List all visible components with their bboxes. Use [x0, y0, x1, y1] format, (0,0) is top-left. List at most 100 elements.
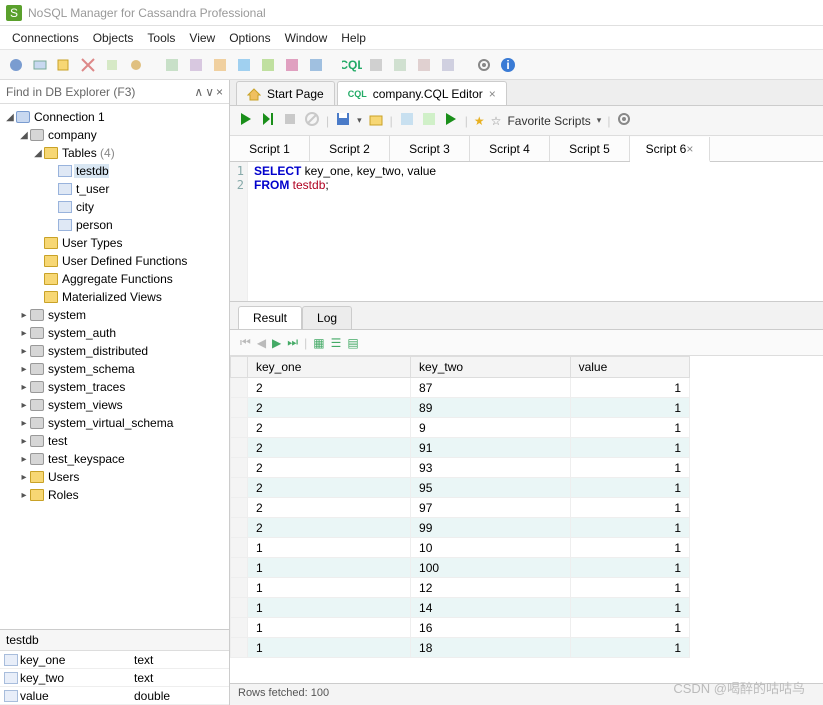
view-form-icon[interactable]: ☰ — [331, 336, 342, 350]
table-row[interactable]: 2971 — [231, 498, 690, 518]
toolbar-btn-8[interactable] — [186, 55, 206, 75]
toolbar-btn-15[interactable] — [390, 55, 410, 75]
first-icon[interactable]: ⏮ — [240, 335, 251, 350]
next-icon[interactable]: ▶ — [272, 336, 281, 350]
find-up-icon[interactable]: ∧ — [194, 85, 203, 99]
toolbar-btn-1[interactable] — [6, 55, 26, 75]
toolbar-btn-3[interactable] — [54, 55, 74, 75]
table-row[interactable]: 11001 — [231, 558, 690, 578]
toolbar-btn-10[interactable] — [234, 55, 254, 75]
script-tab[interactable]: Script 3 — [390, 136, 470, 161]
find-down-icon[interactable]: ∨ — [205, 85, 214, 99]
tab-log[interactable]: Log — [302, 306, 352, 329]
tool-icon-1[interactable] — [399, 111, 415, 130]
prev-icon[interactable]: ◀ — [257, 336, 266, 350]
toolbar-btn-5[interactable] — [102, 55, 122, 75]
toolbar-cql-icon[interactable]: CQL — [342, 55, 362, 75]
last-icon[interactable]: ⏭ — [287, 335, 298, 350]
tree-item[interactable]: Aggregate Functions — [0, 270, 229, 288]
menu-window[interactable]: Window — [285, 31, 328, 45]
stop-icon[interactable] — [282, 111, 298, 130]
tree-item[interactable]: t_user — [0, 180, 229, 198]
script-tab[interactable]: Script 4 — [470, 136, 550, 161]
toolbar-settings-icon[interactable] — [474, 55, 494, 75]
toolbar-btn-13[interactable] — [306, 55, 326, 75]
tree-item[interactable]: ▸system_distributed — [0, 342, 229, 360]
code-editor[interactable]: 12 SELECT key_one, key_two, value FROM t… — [230, 162, 823, 302]
toolbar-btn-4[interactable] — [78, 55, 98, 75]
tree-item[interactable]: ◢Connection 1 — [0, 108, 229, 126]
tree-item[interactable]: city — [0, 198, 229, 216]
tree-item[interactable]: testdb — [0, 162, 229, 180]
menu-options[interactable]: Options — [229, 31, 270, 45]
star-icon[interactable]: ★ — [474, 114, 485, 128]
tree-item[interactable]: ▸system — [0, 306, 229, 324]
run-icon[interactable] — [238, 111, 254, 130]
toolbar-btn-2[interactable] — [30, 55, 50, 75]
menu-objects[interactable]: Objects — [93, 31, 134, 45]
tree-item[interactable]: ▸system_auth — [0, 324, 229, 342]
tree-item[interactable]: ◢Tables (4) — [0, 144, 229, 162]
toolbar-btn-7[interactable] — [162, 55, 182, 75]
table-row[interactable]: 291 — [231, 418, 690, 438]
tab-result[interactable]: Result — [238, 306, 302, 329]
tool-icon-2[interactable] — [421, 111, 437, 130]
save-icon[interactable] — [335, 111, 351, 130]
find-placeholder[interactable]: Find in DB Explorer (F3) — [6, 85, 135, 99]
tree-item[interactable]: ▸test_keyspace — [0, 450, 229, 468]
menu-connections[interactable]: Connections — [12, 31, 79, 45]
gear-icon[interactable] — [616, 111, 632, 130]
tree-item[interactable]: ◢company — [0, 126, 229, 144]
cancel-icon[interactable] — [304, 111, 320, 130]
toolbar-info-icon[interactable]: i — [498, 55, 518, 75]
menu-help[interactable]: Help — [341, 31, 366, 45]
menu-tools[interactable]: Tools — [147, 31, 175, 45]
tree-item[interactable]: ▸test — [0, 432, 229, 450]
table-row[interactable]: 2911 — [231, 438, 690, 458]
column-header[interactable]: key_one — [248, 357, 411, 378]
view-text-icon[interactable]: ▤ — [347, 336, 358, 350]
schema-column-row[interactable]: valuedouble — [0, 687, 229, 705]
tree-item[interactable]: person — [0, 216, 229, 234]
tree-item[interactable]: User Types — [0, 234, 229, 252]
toolbar-btn-6[interactable] — [126, 55, 146, 75]
result-grid[interactable]: key_onekey_twovalue287128912912911293129… — [230, 356, 823, 683]
table-row[interactable]: 1101 — [231, 538, 690, 558]
column-header[interactable]: key_two — [411, 357, 571, 378]
table-row[interactable]: 1181 — [231, 638, 690, 658]
toolbar-btn-17[interactable] — [438, 55, 458, 75]
table-row[interactable]: 1161 — [231, 618, 690, 638]
tree-item[interactable]: ▸Roles — [0, 486, 229, 504]
table-row[interactable]: 2931 — [231, 458, 690, 478]
table-row[interactable]: 2991 — [231, 518, 690, 538]
toolbar-btn-14[interactable] — [366, 55, 386, 75]
tab-cql-editor[interactable]: CQL company.CQL Editor × — [337, 81, 507, 105]
table-row[interactable]: 2951 — [231, 478, 690, 498]
tree-item[interactable]: Materialized Views — [0, 288, 229, 306]
script-tab[interactable]: Script 5 — [550, 136, 630, 161]
tab-start-page[interactable]: Start Page — [236, 81, 335, 105]
run-step-icon[interactable] — [260, 111, 276, 130]
tree-item[interactable]: ▸system_virtual_schema — [0, 414, 229, 432]
tree-item[interactable]: User Defined Functions — [0, 252, 229, 270]
tree-item[interactable]: ▸system_traces — [0, 378, 229, 396]
table-row[interactable]: 2871 — [231, 378, 690, 398]
schema-column-row[interactable]: key_onetext — [0, 651, 229, 669]
table-row[interactable]: 1121 — [231, 578, 690, 598]
close-tab-icon[interactable]: × — [489, 87, 496, 101]
run-flag-icon[interactable] — [443, 111, 459, 130]
open-icon[interactable] — [368, 111, 384, 130]
toolbar-btn-16[interactable] — [414, 55, 434, 75]
toolbar-btn-9[interactable] — [210, 55, 230, 75]
find-close-icon[interactable]: × — [216, 85, 223, 99]
favorite-scripts-button[interactable]: Favorite Scripts — [507, 114, 590, 128]
tree-item[interactable]: ▸system_schema — [0, 360, 229, 378]
close-icon[interactable]: × — [686, 142, 693, 156]
script-tab[interactable]: Script 2 — [310, 136, 390, 161]
schema-column-row[interactable]: key_twotext — [0, 669, 229, 687]
toolbar-btn-11[interactable] — [258, 55, 278, 75]
menu-view[interactable]: View — [189, 31, 215, 45]
script-tab[interactable]: Script 1 — [230, 136, 310, 161]
tree-item[interactable]: ▸Users — [0, 468, 229, 486]
table-row[interactable]: 1141 — [231, 598, 690, 618]
